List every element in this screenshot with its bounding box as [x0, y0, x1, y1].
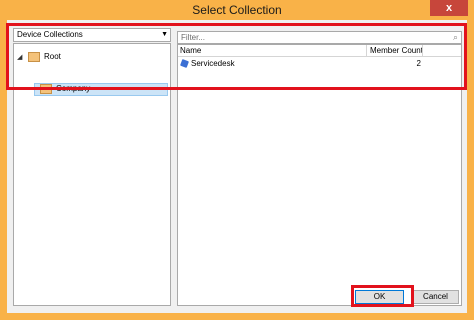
highlight-frame-ok — [351, 285, 414, 307]
close-button[interactable]: x — [430, 0, 468, 16]
select-collection-window: Select Collection x Device Collections ▼… — [0, 0, 474, 320]
close-icon: x — [445, 2, 453, 14]
highlight-frame-top — [6, 23, 467, 90]
title-bar[interactable]: Select Collection x — [0, 0, 474, 20]
window-title: Select Collection — [192, 3, 282, 17]
cancel-button[interactable]: Cancel — [412, 290, 459, 304]
